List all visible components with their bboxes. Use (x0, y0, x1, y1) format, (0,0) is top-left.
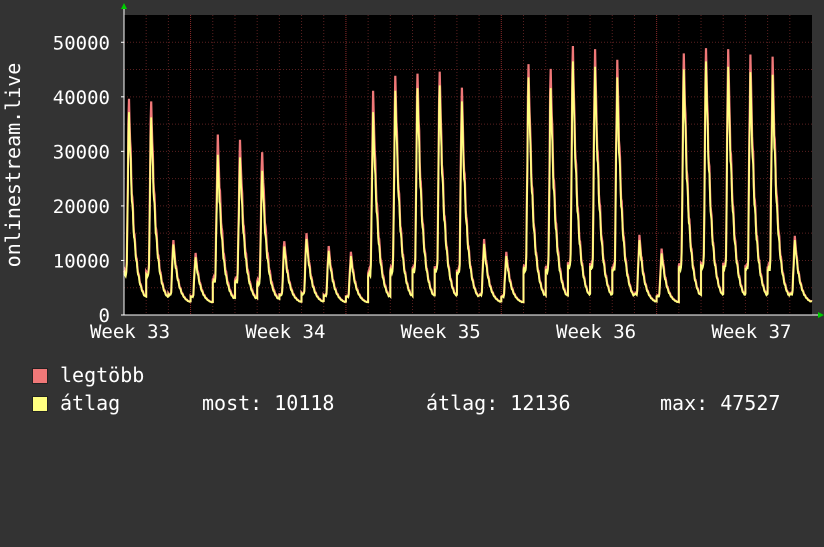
y-tick-label: 10000 (53, 250, 110, 272)
chart-root: 0 10000 20000 30000 40000 50000 Week 33 Week 3… (0, 0, 824, 430)
y-tick-label: 40000 (53, 87, 110, 109)
stat-maximum: max: 47527 (660, 391, 781, 415)
legend-label-max: legtöbb (60, 363, 145, 387)
legend-row-max: legtöbb (32, 364, 822, 386)
x-tick-label: Week 37 (711, 321, 791, 343)
y-tick-label: 30000 (53, 141, 110, 163)
x-tick-labels: Week 33 Week 34 Week 35 Week 36 Week 37 (90, 321, 791, 343)
y-tick-label: 50000 (53, 32, 110, 54)
y-axis-arrow (121, 3, 127, 9)
y-tick-label: 20000 (53, 196, 110, 218)
x-axis-arrow (818, 312, 824, 318)
legend-swatch-max (32, 368, 48, 384)
y-tick-labels: 01000020000300004000050000 (53, 32, 124, 327)
x-tick-label: Week 33 (90, 321, 170, 343)
legend-swatch-avg (32, 396, 48, 412)
legend-row-avg: átlag most: 10118 átlag: 12136 max: 4752… (32, 392, 822, 414)
stat-average: átlag: 12136 (426, 391, 571, 415)
y-axis-label: onlinestream.live (1, 63, 25, 268)
x-tick-label: Week 34 (245, 321, 325, 343)
stat-current: most: 10118 (202, 391, 335, 415)
legend-label-avg: átlag (60, 391, 121, 415)
x-tick-label: Week 36 (556, 321, 636, 343)
x-tick-label: Week 35 (401, 321, 481, 343)
traffic-chart: 01000020000300004000050000 Week 33 Week 3… (1, 3, 824, 343)
